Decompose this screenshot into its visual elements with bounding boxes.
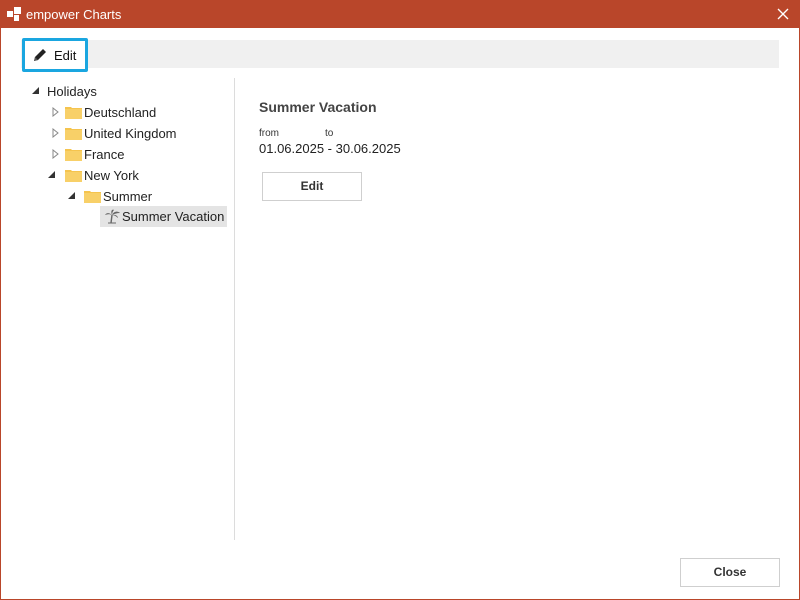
pencil-icon (34, 49, 46, 61)
toolbar-edit-button[interactable]: Edit (22, 38, 88, 72)
folder-icon (65, 128, 82, 140)
close-button[interactable]: Close (680, 558, 780, 587)
detail-title: Summer Vacation (259, 99, 377, 115)
detail-edit-button[interactable]: Edit (262, 172, 362, 201)
tree-item-label: Summer (103, 189, 153, 204)
tree-item-label: Holidays (47, 84, 97, 99)
tree-item-label: France (84, 147, 125, 162)
tree-item-label: New York (84, 168, 139, 183)
collapse-arrow-icon[interactable] (31, 86, 41, 96)
folder-icon (84, 191, 101, 203)
from-label: from (259, 128, 279, 139)
tree-item-france[interactable]: France (27, 144, 227, 165)
palm-tree-icon (105, 209, 120, 224)
app-logo-icon (7, 7, 21, 21)
title-bar: empower Charts (1, 1, 799, 28)
collapse-arrow-icon[interactable] (47, 170, 57, 180)
expand-arrow-icon[interactable] (51, 128, 61, 138)
folder-icon (65, 107, 82, 119)
tree-item-label: United Kingdom (84, 126, 177, 141)
collapse-arrow-icon[interactable] (67, 191, 77, 201)
folder-icon (65, 149, 82, 161)
toolbar (21, 40, 779, 68)
tree-item-label: Summer Vacation (122, 209, 225, 224)
tree-item-deutschland[interactable]: Deutschland (27, 102, 227, 123)
tree-item-new-york[interactable]: New York (27, 165, 227, 186)
to-label: to (325, 128, 334, 139)
toolbar-edit-label: Edit (54, 48, 77, 63)
app-window: empower Charts Edit Holidays Deutschland… (0, 0, 800, 600)
tree-item-summer-vacation[interactable]: Summer Vacation (100, 206, 227, 227)
expand-arrow-icon[interactable] (51, 149, 61, 159)
tree-item-summer[interactable]: Summer (27, 186, 227, 207)
date-range-value: 01.06.2025 - 30.06.2025 (259, 141, 401, 156)
folder-icon (65, 170, 82, 182)
tree-item-united-kingdom[interactable]: United Kingdom (27, 123, 227, 144)
tree-item-holidays[interactable]: Holidays (27, 81, 227, 102)
holidays-tree: Holidays Deutschland United Kingdom Fran… (27, 81, 233, 541)
window-close-icon[interactable] (773, 4, 793, 24)
window-title: empower Charts (26, 7, 122, 22)
tree-item-label: Deutschland (84, 105, 157, 120)
pane-divider (234, 78, 235, 540)
expand-arrow-icon[interactable] (51, 107, 61, 117)
